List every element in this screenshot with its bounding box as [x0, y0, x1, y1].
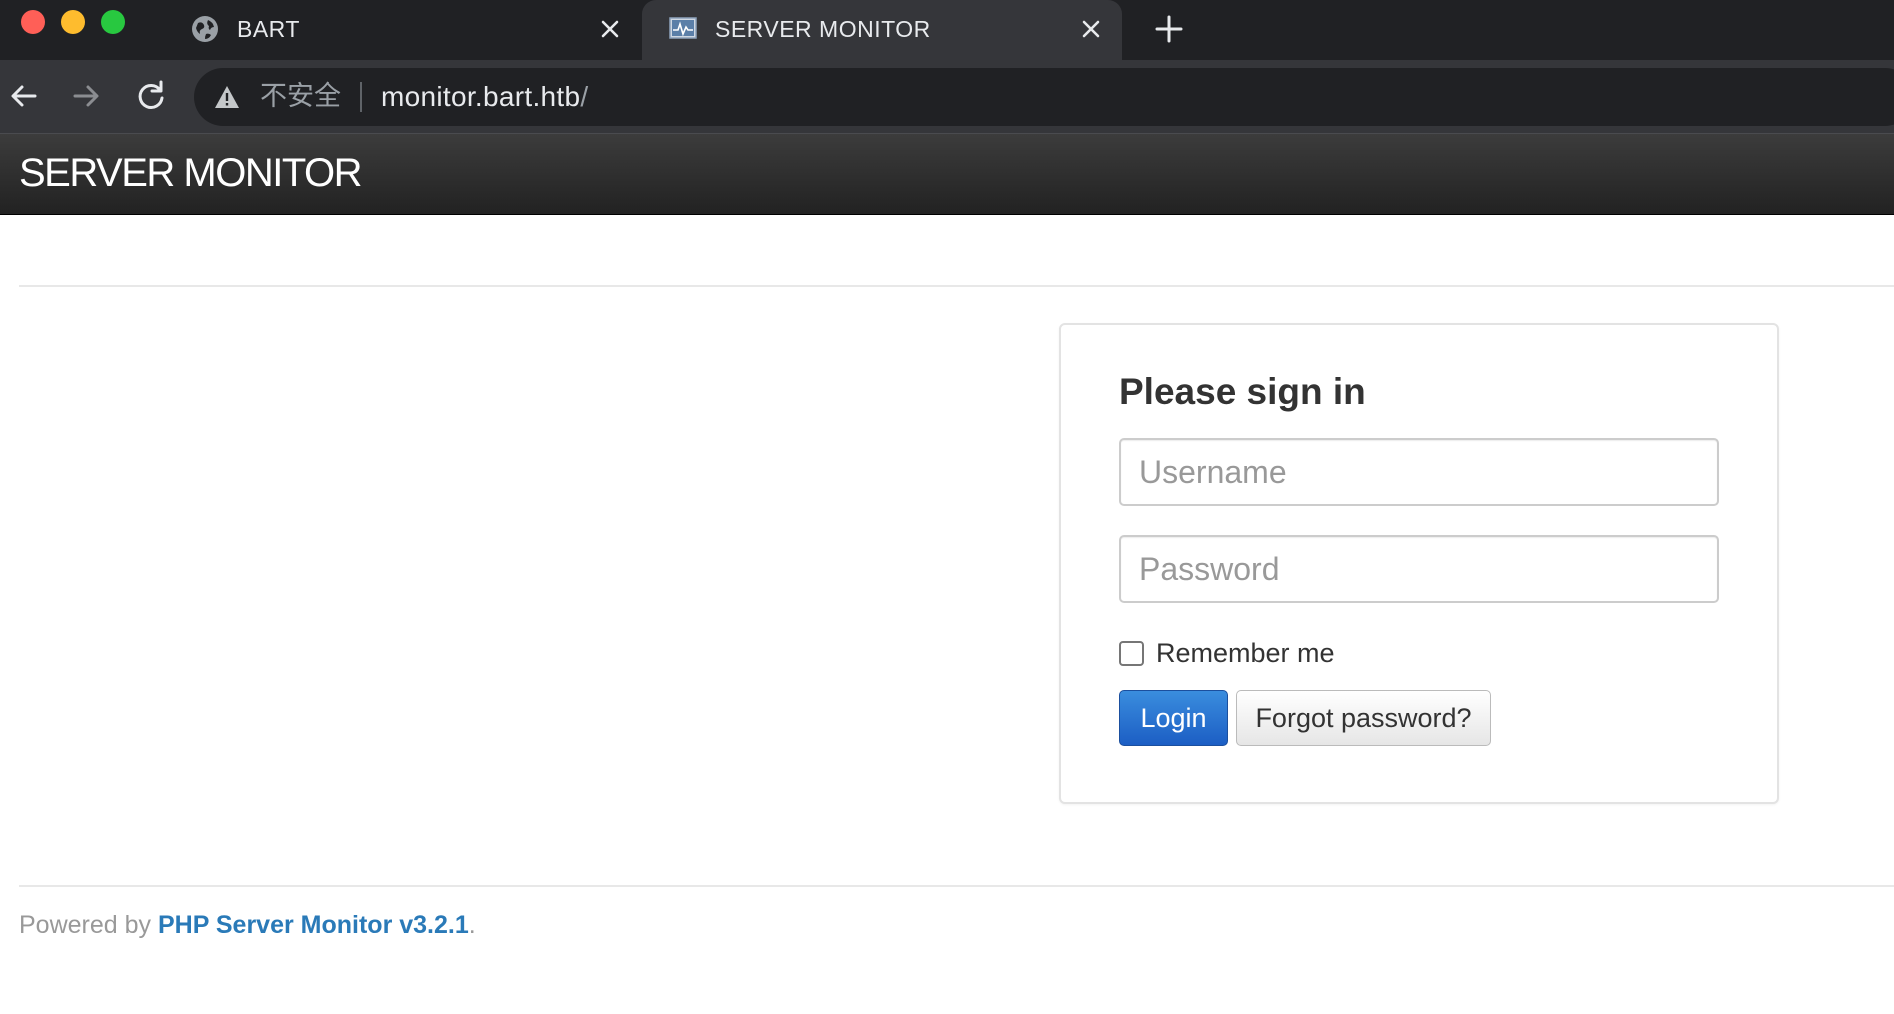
reload-icon[interactable]: [133, 78, 169, 114]
tab-title: SERVER MONITOR: [715, 16, 931, 42]
warning-triangle-icon[interactable]: [214, 85, 240, 109]
footer-link[interactable]: PHP Server Monitor v3.2.1: [158, 911, 469, 939]
close-icon[interactable]: [1077, 15, 1105, 43]
footer-prefix: Powered by: [19, 911, 158, 939]
browser-chrome: BART SERVER MONITOR 不安全 monitor.bart.htb…: [0, 0, 1894, 134]
url-host: monitor.bart.htb: [381, 81, 581, 112]
divider-bottom: [19, 885, 1894, 887]
password-input[interactable]: [1119, 535, 1719, 603]
remember-me-label[interactable]: Remember me: [1156, 637, 1335, 669]
close-icon[interactable]: [596, 15, 624, 43]
monitor-favicon: [669, 17, 697, 39]
close-window-button[interactable]: [21, 10, 45, 34]
tab-server-monitor[interactable]: SERVER MONITOR: [642, 0, 1122, 60]
login-panel: Please sign in Remember me Login Forgot …: [1059, 323, 1779, 804]
footer-suffix: .: [468, 911, 476, 939]
remember-me-checkbox[interactable]: [1119, 640, 1144, 666]
forward-arrow-icon[interactable]: [68, 78, 104, 114]
address-separator: [360, 82, 362, 112]
globe-icon: [192, 16, 218, 42]
remember-me-row[interactable]: Remember me: [1119, 637, 1335, 669]
minimize-window-button[interactable]: [61, 10, 85, 34]
tab-title: BART: [237, 16, 300, 42]
address-bar[interactable]: 不安全 monitor.bart.htb/: [194, 68, 1894, 126]
new-tab-plus-icon[interactable]: [1152, 12, 1186, 46]
url-text[interactable]: monitor.bart.htb/: [381, 80, 588, 114]
brand-title[interactable]: SERVER MONITOR: [19, 150, 363, 196]
back-arrow-icon[interactable]: [6, 78, 42, 114]
maximize-window-button[interactable]: [101, 10, 125, 34]
login-button[interactable]: Login: [1119, 690, 1228, 746]
divider-top: [19, 285, 1894, 287]
security-status-label[interactable]: 不安全: [260, 81, 341, 113]
app-navbar: SERVER MONITOR: [0, 134, 1894, 215]
forgot-password-button[interactable]: Forgot password?: [1236, 690, 1491, 746]
footer: Powered by PHP Server Monitor v3.2.1.: [19, 908, 476, 942]
username-input[interactable]: [1119, 438, 1719, 506]
tab-bart[interactable]: BART: [170, 0, 640, 60]
browser-toolbar: 不安全 monitor.bart.htb/: [0, 60, 1894, 134]
signin-heading: Please sign in: [1119, 371, 1366, 412]
url-path: /: [580, 81, 589, 112]
tab-strip: BART SERVER MONITOR: [0, 0, 1894, 60]
